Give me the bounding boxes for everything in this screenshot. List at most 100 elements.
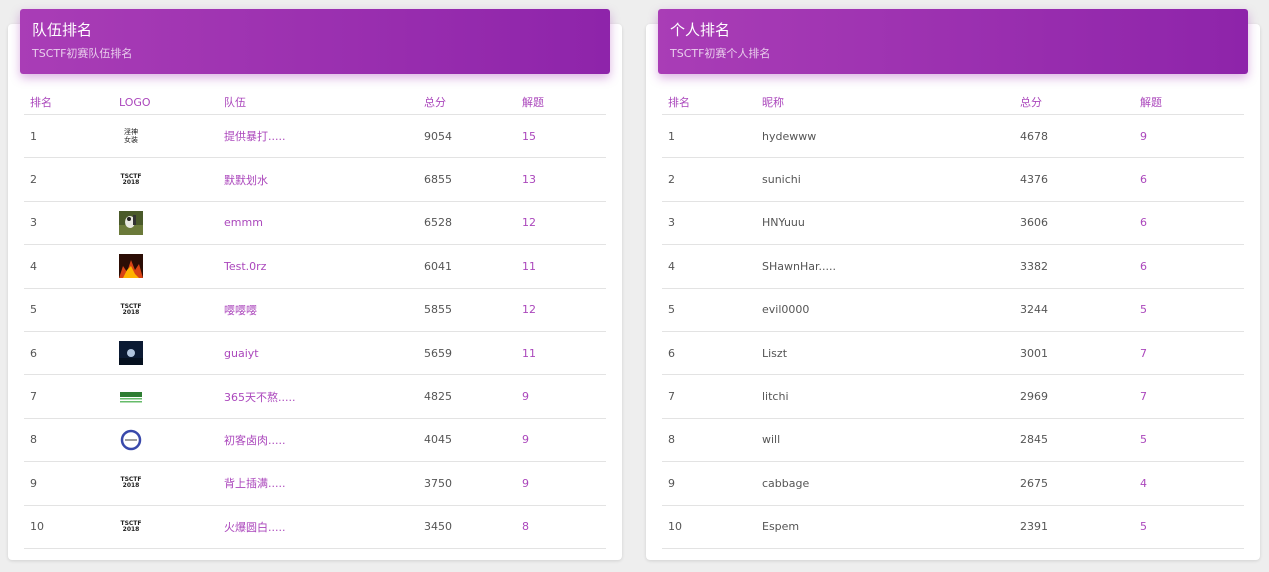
team-logo-image bbox=[120, 429, 142, 451]
team-score: 9054 bbox=[424, 129, 452, 143]
player-rank: 5 bbox=[668, 303, 675, 317]
player-solved-count: 5 bbox=[1140, 520, 1147, 534]
team-rank: 8 bbox=[30, 433, 37, 447]
column-header-solved[interactable]: 解题 bbox=[1140, 90, 1162, 114]
team-rank: 2 bbox=[30, 173, 37, 187]
table-row: 7 litchi 2969 7 bbox=[662, 375, 1244, 419]
team-name-link[interactable]: guaiyt bbox=[224, 332, 259, 374]
team-logo-text: TSCTF 2018 bbox=[120, 302, 142, 316]
team-solved-count: 8 bbox=[522, 520, 529, 534]
team-score: 3450 bbox=[424, 520, 452, 534]
team-logo-cell: TSCTF 2018 bbox=[119, 506, 143, 548]
column-header-team[interactable]: 队伍 bbox=[224, 90, 246, 114]
table-row: 5 evil0000 3244 5 bbox=[662, 289, 1244, 332]
team-solved-count: 9 bbox=[522, 390, 529, 404]
player-solved-count: 6 bbox=[1140, 173, 1147, 187]
team-score: 6855 bbox=[424, 173, 452, 187]
table-row: 1 淫神 女装 提供暴打..... 9054 15 bbox=[24, 115, 606, 159]
team-name-link[interactable]: 火爆圆白..... bbox=[224, 506, 285, 548]
team-logo-cell bbox=[119, 332, 143, 374]
team-solved-count: 11 bbox=[522, 346, 536, 360]
team-ranking-table: 排名 LOGO 队伍 总分 解题 1 淫神 女装 提供暴打..... 9054 15 2 T… bbox=[24, 90, 606, 549]
player-score: 3606 bbox=[1020, 216, 1048, 230]
table-row: 9 TSCTF 2018 背上插满..... 3750 9 bbox=[24, 462, 606, 506]
team-name-link[interactable]: 提供暴打..... bbox=[224, 115, 285, 157]
team-score: 5855 bbox=[424, 303, 452, 317]
table-row: 1 hydewww 4678 9 bbox=[662, 115, 1244, 159]
team-solved-count: 12 bbox=[522, 303, 536, 317]
player-rank: 10 bbox=[668, 520, 682, 534]
team-name-link[interactable]: emmm bbox=[224, 202, 263, 244]
team-name-link[interactable]: Test.0rz bbox=[224, 245, 266, 287]
team-rank: 4 bbox=[30, 259, 37, 273]
team-rank: 10 bbox=[30, 520, 44, 534]
table-row: 2 sunichi 4376 6 bbox=[662, 158, 1244, 202]
team-logo-cell: 淫神 女装 bbox=[119, 115, 143, 157]
team-name-link[interactable]: 初客卤肉..... bbox=[224, 419, 285, 461]
column-header-nickname[interactable]: 昵称 bbox=[762, 90, 784, 114]
team-logo-cell: TSCTF 2018 bbox=[119, 289, 143, 331]
table-row: 8 初客卤肉..... 4045 9 bbox=[24, 419, 606, 463]
team-logo: 淫神 女装 bbox=[119, 124, 143, 148]
team-logo: TSCTF 2018 bbox=[119, 515, 143, 539]
column-header-solved[interactable]: 解题 bbox=[522, 90, 544, 114]
column-header-score[interactable]: 总分 bbox=[1020, 90, 1042, 114]
column-header-logo[interactable]: LOGO bbox=[119, 90, 151, 114]
table-row: 10 Espem 2391 5 bbox=[662, 506, 1244, 549]
player-rank: 1 bbox=[668, 129, 675, 143]
team-solved-count: 9 bbox=[522, 433, 529, 447]
team-score: 4045 bbox=[424, 433, 452, 447]
player-solved-count: 7 bbox=[1140, 346, 1147, 360]
player-rank: 7 bbox=[668, 390, 675, 404]
team-name-link[interactable]: 背上插满..... bbox=[224, 462, 285, 504]
team-logo-text: 淫神 女装 bbox=[124, 128, 138, 145]
team-ranking-title: 队伍排名 bbox=[32, 21, 93, 39]
team-logo-image bbox=[120, 391, 142, 403]
team-logo bbox=[119, 254, 143, 279]
player-nickname: Espem bbox=[762, 520, 800, 534]
team-logo-image bbox=[119, 210, 143, 235]
player-score: 2391 bbox=[1020, 520, 1048, 534]
player-solved-count: 7 bbox=[1140, 390, 1147, 404]
player-ranking-card: 个人排名 TSCTF初赛个人排名 排名 昵称 总分 解题 1 hydewww 467… bbox=[646, 9, 1260, 560]
table-row: 2 TSCTF 2018 默默划水 6855 13 bbox=[24, 158, 606, 202]
player-nickname: will bbox=[762, 433, 781, 447]
player-solved-count: 6 bbox=[1140, 216, 1147, 230]
team-logo bbox=[119, 428, 143, 452]
player-nickname: litchi bbox=[762, 390, 789, 404]
column-header-rank[interactable]: 排名 bbox=[30, 90, 52, 114]
team-name-link[interactable]: 嘤嘤嘤 bbox=[224, 289, 257, 331]
player-score: 3382 bbox=[1020, 259, 1048, 273]
player-ranking-table: 排名 昵称 总分 解题 1 hydewww 4678 9 2 sunichi 4376 6 3 H… bbox=[662, 90, 1244, 549]
player-solved-count: 4 bbox=[1140, 476, 1147, 490]
team-logo-text: TSCTF 2018 bbox=[120, 476, 142, 490]
team-ranking-card: 队伍排名 TSCTF初赛队伍排名 排名 LOGO 队伍 总分 解题 1 淫神 女装… bbox=[8, 9, 622, 560]
player-nickname: hydewww bbox=[762, 129, 817, 143]
table-header-row: 排名 LOGO 队伍 总分 解题 bbox=[24, 90, 606, 115]
table-row: 4 Test.0rz 6041 11 bbox=[24, 245, 606, 289]
table-row: 7 365天不熬..... 4825 9 bbox=[24, 375, 606, 419]
player-rank: 8 bbox=[668, 433, 675, 447]
team-solved-count: 12 bbox=[522, 216, 536, 230]
team-score: 6528 bbox=[424, 216, 452, 230]
column-header-score[interactable]: 总分 bbox=[424, 90, 446, 114]
column-header-rank[interactable]: 排名 bbox=[668, 90, 690, 114]
table-row: 3 HNYuuu 3606 6 bbox=[662, 202, 1244, 246]
team-name-link[interactable]: 默默划水 bbox=[224, 158, 268, 200]
table-row: 6 Liszt 3001 7 bbox=[662, 332, 1244, 376]
team-rank: 7 bbox=[30, 390, 37, 404]
player-rank: 3 bbox=[668, 216, 675, 230]
player-solved-count: 9 bbox=[1140, 129, 1147, 143]
team-score: 6041 bbox=[424, 259, 452, 273]
team-logo: TSCTF 2018 bbox=[119, 471, 143, 495]
team-score: 4825 bbox=[424, 390, 452, 404]
table-row: 3 emmm 6528 12 bbox=[24, 202, 606, 246]
team-solved-count: 13 bbox=[522, 173, 536, 187]
team-rank: 3 bbox=[30, 216, 37, 230]
table-row: 6 guaiyt 5659 11 bbox=[24, 332, 606, 376]
team-logo: TSCTF 2018 bbox=[119, 298, 143, 322]
team-name-link[interactable]: 365天不熬..... bbox=[224, 375, 295, 417]
table-header-row: 排名 昵称 总分 解题 bbox=[662, 90, 1244, 115]
player-rank: 9 bbox=[668, 476, 675, 490]
team-logo-image bbox=[119, 254, 143, 279]
